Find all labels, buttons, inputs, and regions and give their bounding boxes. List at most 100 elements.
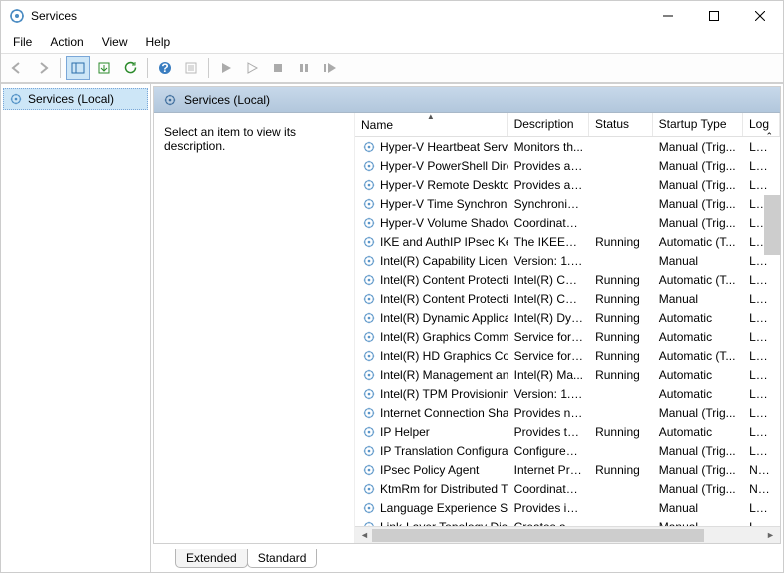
service-logon: Loca: [743, 140, 780, 154]
gear-icon: [162, 92, 178, 108]
service-startup: Manual: [653, 254, 743, 268]
menu-file[interactable]: File: [5, 33, 40, 51]
service-row[interactable]: Intel(R) Graphics Command...Service for …: [355, 327, 780, 346]
service-description: Synchronize...: [508, 197, 589, 211]
scroll-thumb[interactable]: [372, 529, 704, 542]
close-button[interactable]: [737, 1, 783, 31]
service-description: Internet Pro...: [508, 463, 589, 477]
maximize-button[interactable]: [691, 1, 737, 31]
vertical-scrollbar[interactable]: [764, 195, 781, 543]
help-button[interactable]: ?: [153, 56, 177, 80]
service-logon: Loca: [743, 159, 780, 173]
properties-button[interactable]: [179, 56, 203, 80]
back-button[interactable]: [5, 56, 29, 80]
service-startup: Manual (Trig...: [653, 216, 743, 230]
restart-service-button[interactable]: [318, 56, 342, 80]
service-description: Provides tu...: [508, 425, 589, 439]
service-row[interactable]: Intel(R) Dynamic Applicatio...Intel(R) D…: [355, 308, 780, 327]
service-row[interactable]: Hyper-V Volume Shadow C...Coordinates...…: [355, 213, 780, 232]
tab-standard[interactable]: Standard: [247, 549, 318, 568]
service-row[interactable]: Intel(R) HD Graphics Contro...Service fo…: [355, 346, 780, 365]
service-row[interactable]: IP HelperProvides tu...RunningAutomaticL…: [355, 422, 780, 441]
service-row[interactable]: Intel(R) Content Protection ...Intel(R) …: [355, 289, 780, 308]
gear-icon: [361, 158, 377, 174]
pane-header: Services (Local): [154, 87, 780, 113]
service-row[interactable]: IPsec Policy AgentInternet Pro...Running…: [355, 460, 780, 479]
service-row[interactable]: Hyper-V Remote Desktop Vi...Provides a p…: [355, 175, 780, 194]
service-description: Service for I...: [508, 349, 589, 363]
tab-extended[interactable]: Extended: [175, 549, 248, 568]
service-row[interactable]: Language Experience ServiceProvides inf.…: [355, 498, 780, 517]
col-startup-type[interactable]: Startup Type: [653, 113, 743, 136]
gear-icon: [361, 348, 377, 364]
tree-root-services-local[interactable]: Services (Local): [3, 88, 148, 110]
show-hide-tree-button[interactable]: [66, 56, 90, 80]
service-status: Running: [589, 425, 653, 439]
service-startup: Automatic: [653, 330, 743, 344]
service-description: Version: 1.6...: [508, 254, 589, 268]
stop-service-button[interactable]: [266, 56, 290, 80]
service-name: Hyper-V Heartbeat Service: [380, 140, 508, 154]
start-service-button[interactable]: [214, 56, 238, 80]
service-startup: Automatic: [653, 311, 743, 325]
col-status[interactable]: Status: [589, 113, 653, 136]
service-startup: Automatic: [653, 368, 743, 382]
service-row[interactable]: Link-Layer Topology Discov...Creates a N…: [355, 517, 780, 526]
gear-icon: [361, 481, 377, 497]
window-title: Services: [31, 9, 645, 23]
service-description: Monitors th...: [508, 140, 589, 154]
menu-action[interactable]: Action: [42, 33, 91, 51]
service-rows[interactable]: Hyper-V Heartbeat ServiceMonitors th... M…: [355, 137, 780, 526]
service-status: Running: [589, 273, 653, 287]
overflow-arrow-icon: ⌃: [765, 131, 773, 136]
gear-icon: [361, 196, 377, 212]
description-pane: Select an item to view its description.: [154, 113, 354, 543]
service-startup: Manual (Trig...: [653, 197, 743, 211]
scroll-left-icon[interactable]: ◄: [357, 528, 372, 543]
gear-icon: [361, 367, 377, 383]
service-description: Provides a ...: [508, 159, 589, 173]
refresh-button[interactable]: [118, 56, 142, 80]
gear-icon: [361, 253, 377, 269]
service-name: Intel(R) Content Protection ...: [380, 273, 508, 287]
col-logon-as[interactable]: Log⌃: [743, 113, 780, 136]
service-row[interactable]: Internet Connection Sharin...Provides ne…: [355, 403, 780, 422]
service-row[interactable]: KtmRm for Distributed Tran...Coordinates…: [355, 479, 780, 498]
tree-pane: Services (Local): [1, 84, 151, 572]
vscroll-thumb[interactable]: [764, 195, 781, 255]
gear-icon: [361, 291, 377, 307]
service-startup: Automatic (T...: [653, 349, 743, 363]
service-startup: Manual (Trig...: [653, 159, 743, 173]
service-name: Intel(R) Graphics Command...: [380, 330, 508, 344]
service-row[interactable]: Intel(R) Management and S...Intel(R) Ma.…: [355, 365, 780, 384]
col-name[interactable]: ▲Name: [355, 113, 508, 136]
service-startup: Manual: [653, 501, 743, 515]
service-row[interactable]: Hyper-V Heartbeat ServiceMonitors th...M…: [355, 137, 780, 156]
service-row[interactable]: Intel(R) TPM Provisioning S...Version: 1…: [355, 384, 780, 403]
service-row[interactable]: Hyper-V PowerShell Direct ...Provides a …: [355, 156, 780, 175]
service-logon: Loca: [743, 178, 780, 192]
minimize-button[interactable]: [645, 1, 691, 31]
toolbar-separator: [147, 58, 148, 78]
service-name: IP Helper: [380, 425, 430, 439]
start-service-alt-button[interactable]: [240, 56, 264, 80]
service-row[interactable]: Intel(R) Capability Licensing...Version:…: [355, 251, 780, 270]
service-description: Intel(R) Dyn...: [508, 311, 589, 325]
service-row[interactable]: IKE and AuthIP IPsec Keying...The IKEEXT…: [355, 232, 780, 251]
service-status: Running: [589, 368, 653, 382]
service-status: Running: [589, 292, 653, 306]
pause-service-button[interactable]: [292, 56, 316, 80]
service-startup: Automatic: [653, 425, 743, 439]
col-description[interactable]: Description: [508, 113, 589, 136]
service-row[interactable]: Hyper-V Time Synchronizati...Synchronize…: [355, 194, 780, 213]
gear-icon: [361, 310, 377, 326]
menu-view[interactable]: View: [94, 33, 136, 51]
service-description: Configures ...: [508, 444, 589, 458]
service-row[interactable]: Intel(R) Content Protection ...Intel(R) …: [355, 270, 780, 289]
service-startup: Manual: [653, 292, 743, 306]
service-row[interactable]: IP Translation Configuration...Configure…: [355, 441, 780, 460]
export-list-button[interactable]: [92, 56, 116, 80]
menu-help[interactable]: Help: [138, 33, 179, 51]
horizontal-scrollbar[interactable]: ◄ ►: [355, 526, 780, 543]
forward-button[interactable]: [31, 56, 55, 80]
